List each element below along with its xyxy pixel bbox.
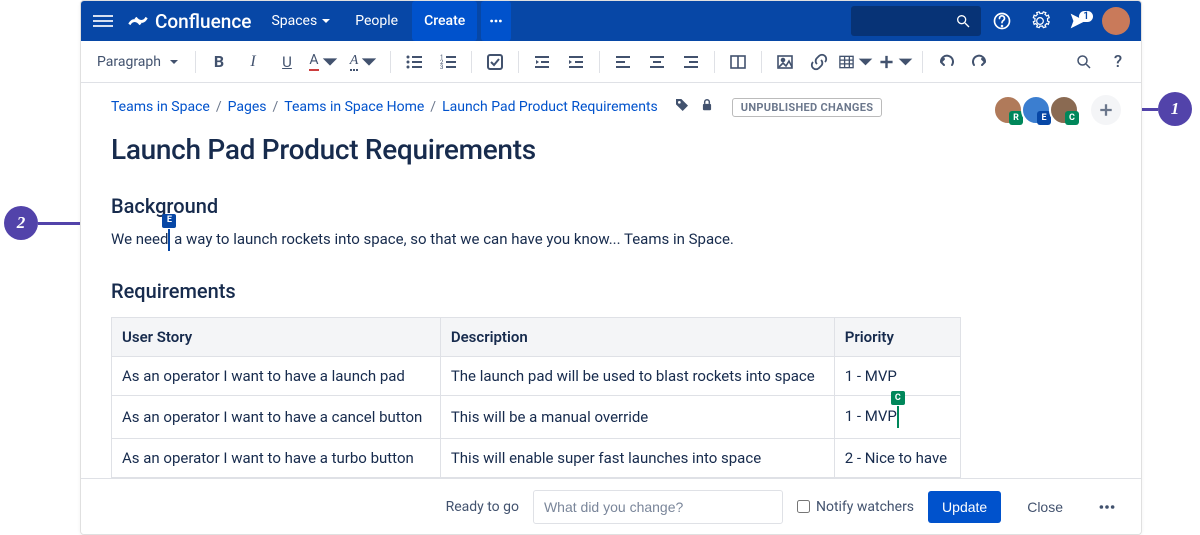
- insert-more-button[interactable]: [878, 47, 914, 77]
- annotation-1: 1: [1158, 92, 1192, 126]
- create-button[interactable]: Create: [412, 1, 477, 41]
- create-more-button[interactable]: [481, 1, 511, 41]
- notifications-icon[interactable]: 1: [1061, 10, 1095, 32]
- product-name: Confluence: [155, 10, 251, 33]
- collaborator-avatar[interactable]: R: [993, 95, 1023, 125]
- collaborators-row: REC: [1001, 95, 1121, 125]
- collaborator-avatar[interactable]: C: [1049, 95, 1079, 125]
- more-formatting-button[interactable]: A: [346, 47, 382, 77]
- text-color-button[interactable]: A: [306, 47, 342, 77]
- help-icon[interactable]: [985, 11, 1019, 31]
- presence-cursor-c: C: [897, 406, 899, 428]
- align-left-button[interactable]: [608, 47, 638, 77]
- table-button[interactable]: [838, 47, 874, 77]
- editor-content[interactable]: Teams in Space / Pages / Teams in Space …: [81, 83, 1141, 478]
- profile-avatar[interactable]: [1099, 7, 1133, 35]
- background-heading[interactable]: Background: [111, 194, 1111, 218]
- editor-footer: Ready to go Notify watchers Update Close: [81, 478, 1141, 534]
- breadcrumb-item[interactable]: Teams in Space: [111, 99, 210, 115]
- link-button[interactable]: [804, 47, 834, 77]
- close-button[interactable]: Close: [1015, 491, 1075, 523]
- paragraph-select[interactable]: Paragraph: [89, 50, 187, 74]
- page-title[interactable]: Launch Pad Product Requirements: [111, 133, 1111, 166]
- breadcrumb-item[interactable]: Pages: [228, 99, 267, 115]
- collaborator-avatar[interactable]: E: [1021, 95, 1051, 125]
- redo-button[interactable]: [965, 47, 995, 77]
- outdent-button[interactable]: [527, 47, 557, 77]
- italic-button[interactable]: I: [238, 47, 268, 77]
- svg-text:3: 3: [440, 64, 443, 71]
- table-row[interactable]: As an operator I want to have a turbo bu…: [112, 439, 961, 478]
- labels-icon[interactable]: [674, 97, 690, 117]
- undo-button[interactable]: [931, 47, 961, 77]
- more-actions-button[interactable]: [1089, 490, 1125, 524]
- presence-cursor-e: E: [168, 229, 170, 251]
- table-header[interactable]: User Story: [112, 318, 441, 357]
- bullet-list-button[interactable]: [399, 47, 429, 77]
- settings-icon[interactable]: [1023, 11, 1057, 31]
- underline-button[interactable]: U: [272, 47, 302, 77]
- table-row[interactable]: As an operator I want to have a launch p…: [112, 357, 961, 396]
- find-button[interactable]: [1069, 47, 1099, 77]
- topbar: Confluence Spaces People Create: [81, 1, 1141, 41]
- unpublished-badge: UNPUBLISHED CHANGES: [732, 98, 883, 117]
- search-icon: [955, 13, 971, 29]
- indent-button[interactable]: [561, 47, 591, 77]
- align-center-button[interactable]: [642, 47, 672, 77]
- layout-button[interactable]: [723, 47, 753, 77]
- save-status: Ready to go: [446, 499, 519, 515]
- product-logo[interactable]: Confluence: [121, 10, 257, 33]
- breadcrumb-item[interactable]: Launch Pad Product Requirements: [442, 99, 658, 115]
- align-right-button[interactable]: [676, 47, 706, 77]
- requirements-table[interactable]: User StoryDescriptionPriority As an oper…: [111, 317, 961, 478]
- task-list-button[interactable]: [480, 47, 510, 77]
- breadcrumb-item[interactable]: Teams in Space Home: [284, 99, 424, 115]
- restrictions-icon[interactable]: [700, 97, 714, 117]
- table-row[interactable]: As an operator I want to have a cancel b…: [112, 396, 961, 439]
- nav-people[interactable]: People: [345, 1, 408, 41]
- nav-spaces[interactable]: Spaces: [261, 1, 341, 41]
- table-header[interactable]: Priority: [834, 318, 960, 357]
- image-button[interactable]: [770, 47, 800, 77]
- breadcrumb: Teams in Space / Pages / Teams in Space …: [111, 97, 1111, 117]
- topbar-search[interactable]: [851, 6, 981, 36]
- menu-icon[interactable]: [89, 11, 117, 31]
- editor-help-button[interactable]: ?: [1103, 47, 1133, 77]
- update-button[interactable]: Update: [928, 491, 1001, 523]
- app-frame: Confluence Spaces People Create: [80, 0, 1142, 535]
- background-text[interactable]: We needE a way to launch rockets into sp…: [111, 228, 734, 251]
- annotation-2: 2: [4, 206, 38, 240]
- table-header[interactable]: Description: [440, 318, 834, 357]
- notify-watchers-checkbox[interactable]: Notify watchers: [797, 499, 914, 515]
- version-comment-input[interactable]: [533, 490, 783, 524]
- notif-count: 1: [1079, 11, 1093, 22]
- requirements-heading[interactable]: Requirements: [111, 279, 1111, 303]
- numbered-list-button[interactable]: 123: [433, 47, 463, 77]
- bold-button[interactable]: B: [204, 47, 234, 77]
- add-collaborator-button[interactable]: [1091, 95, 1121, 125]
- editor-toolbar: Paragraph B I U A A 123: [81, 41, 1141, 83]
